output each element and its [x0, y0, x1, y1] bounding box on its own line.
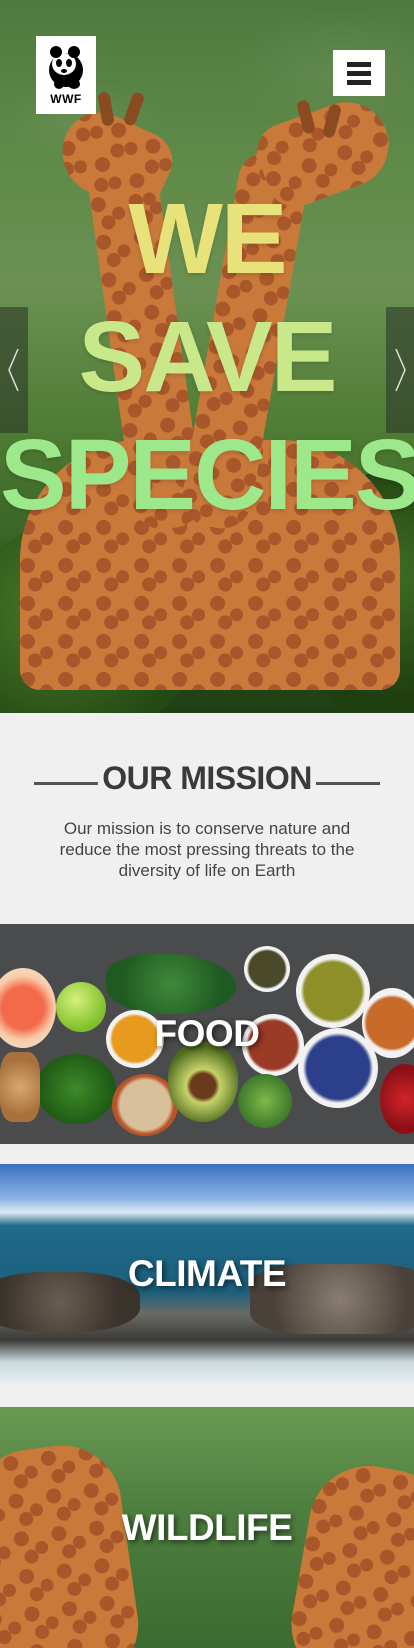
hero-headline-line: SPECIES — [0, 419, 414, 531]
grapefruit — [0, 968, 56, 1048]
card-label: FOOD — [154, 1013, 260, 1054]
hero-headline-line: SAVE — [78, 301, 338, 413]
hamburger-icon — [347, 61, 371, 67]
wildlife-card[interactable]: WILDLIFE — [0, 1407, 414, 1648]
giraffe — [281, 1456, 414, 1648]
mission-text: Our mission is to conserve nature and re… — [59, 819, 355, 880]
spinach — [106, 954, 236, 1014]
almond-bowl — [362, 988, 414, 1058]
hero-headline-line: WE — [128, 183, 287, 295]
card-label: WILDLIFE — [121, 1506, 293, 1548]
wwf-logo[interactable]: WWF — [36, 36, 96, 114]
panda-icon — [49, 46, 83, 89]
hero-banner: WWF WE SAVE SPECIES — [0, 0, 414, 713]
hamburger-icon — [347, 79, 371, 85]
ginger — [0, 1052, 40, 1122]
mission-heading: OUR MISSION — [102, 760, 312, 796]
divider — [316, 782, 380, 785]
pomegranate — [380, 1064, 414, 1134]
apple — [56, 982, 106, 1032]
ossicone — [122, 90, 146, 128]
menu-button[interactable] — [333, 50, 385, 96]
broccoli — [36, 1054, 116, 1124]
card-label: CLIMATE — [127, 1253, 287, 1294]
seeds-bowl — [244, 946, 290, 992]
climate-card[interactable]: CLIMATE — [0, 1164, 414, 1384]
sprouts — [238, 1074, 292, 1128]
mission-section: OUR MISSION Our mission is to conserve n… — [0, 728, 414, 908]
hamburger-icon — [347, 70, 371, 76]
food-card[interactable]: FOOD — [0, 924, 414, 1144]
rock — [0, 1272, 140, 1332]
hero-headline: WE SAVE SPECIES — [0, 180, 414, 534]
mung-bowl — [296, 954, 370, 1028]
logo-text: WWF — [50, 92, 82, 106]
